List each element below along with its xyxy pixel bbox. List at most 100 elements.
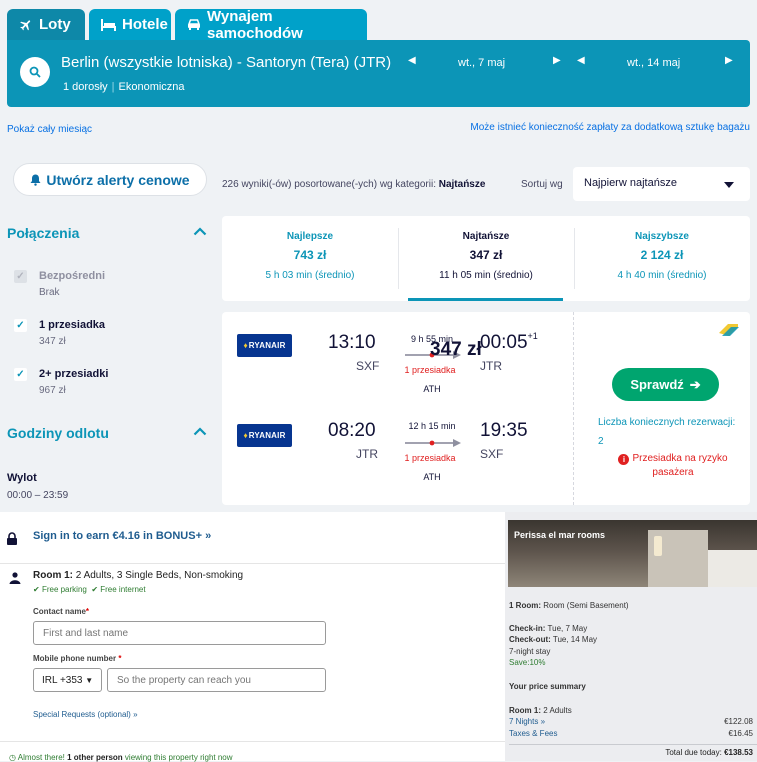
sort-label: Sortuj wg xyxy=(521,179,563,190)
phone-label: Mobile phone number * xyxy=(33,654,121,663)
checkin-line: Check-in: Tue, 7 May xyxy=(509,624,587,633)
leg1-departure-time: 13:10 xyxy=(328,332,376,353)
room-perks: ✔ Free parking ✔ Free internet xyxy=(33,585,146,594)
bonus-sign-in-link[interactable]: Sign in to earn €4.16 in BONUS+ » xyxy=(33,530,211,542)
select-flight-button[interactable]: Sprawdź ➔ xyxy=(612,368,719,401)
hotel-name: Perissa el mar rooms xyxy=(514,530,606,540)
departure-label: Wylot xyxy=(7,472,37,484)
departure-range: 00:00 – 23:59 xyxy=(7,490,69,501)
active-tab-indicator xyxy=(408,298,563,301)
tab-hotels[interactable]: Hotele xyxy=(89,9,171,40)
phone-field[interactable]: So the property can reach you xyxy=(107,668,326,692)
summary-fastest-price: 2 124 zł xyxy=(640,248,684,262)
car-icon xyxy=(187,18,201,31)
taxes-amount: €16.45 xyxy=(728,729,753,738)
leg1-arrival-airport: JTR xyxy=(480,359,502,373)
nights-link[interactable]: 7 Nights » xyxy=(509,717,545,726)
summary-best[interactable]: Najlepsze 743 zł 5 h 03 min (średnio) xyxy=(222,216,398,301)
sort-select[interactable]: Najpierw najtańsze xyxy=(573,167,750,201)
total-due: Total due today: €138.53 xyxy=(665,748,753,757)
nights-amount: €122.08 xyxy=(724,717,753,726)
filter-one-stop-price: 347 zł xyxy=(39,336,66,347)
price-alert-label: Utwórz alerty cenowe xyxy=(46,171,190,188)
price-summary-title-text: Your price summary xyxy=(509,682,586,691)
price-tag-icon xyxy=(718,322,740,338)
self-transfer-warning-text: Przesiadka na ryzyko pasażera xyxy=(632,453,728,478)
room-adults-line: Room 1: 2 Adults xyxy=(509,706,572,715)
ryanair-logo: ♦ RYANAIR xyxy=(237,334,292,357)
room-adults-label: Room 1: xyxy=(509,706,541,715)
bookings-required-text: Liczba koniecznych rezerwacji: 2 xyxy=(598,417,736,447)
checkout-line: Check-out: Tue, 14 May xyxy=(509,635,597,644)
perk-internet: Free internet xyxy=(100,585,146,594)
checkin-value: Tue, 7 May xyxy=(547,624,588,633)
special-requests-text: Special Requests (optional) xyxy=(33,710,131,719)
stay-length: 7-night stay xyxy=(509,647,551,656)
checkin-label: Check-in: xyxy=(509,624,546,633)
country-code-select[interactable]: IRL +353 ▼ xyxy=(33,668,102,692)
contact-name-field[interactable]: First and last name xyxy=(33,621,326,645)
airline-name: RYANAIR xyxy=(248,431,286,440)
taxes-link[interactable]: Taxes & Fees xyxy=(509,729,557,738)
leg1-departure-airport: SXF xyxy=(356,359,380,373)
phone-label-text: Mobile phone number xyxy=(33,654,117,663)
tab-hotels-label: Hotele xyxy=(122,16,168,33)
chevron-down-icon: ▼ xyxy=(85,676,94,685)
booking-summary-panel: Perissa el mar rooms 1 Room: Room (Semi … xyxy=(505,512,757,761)
leg2-departure-time: 08:20 xyxy=(328,420,376,441)
depart-date[interactable]: wt., 7 maj xyxy=(458,54,505,72)
photo-bed xyxy=(708,550,757,587)
checkbox-two-stops[interactable]: ✓ xyxy=(14,368,27,381)
ryanair-logo: ♦ RYANAIR xyxy=(237,424,292,447)
connections-filter-header[interactable]: Połączenia xyxy=(7,225,207,241)
divider xyxy=(0,741,505,742)
bonus-banner: Sign in to earn €4.16 in BONUS+ » xyxy=(0,512,505,562)
product-tabs: Loty Hotele Wynajem samochodów xyxy=(7,8,367,42)
chevron-up-icon xyxy=(193,427,207,436)
hotel-booking-page: Sign in to earn €4.16 in BONUS+ » Room 1… xyxy=(0,512,757,762)
leg2-via: ATH xyxy=(423,472,441,482)
leg2-duration: 12 h 15 min xyxy=(408,421,456,431)
return-next-arrow-icon[interactable]: ▶ xyxy=(725,55,733,66)
total-amount: €138.53 xyxy=(724,748,753,757)
select-flight-label: Sprawdź xyxy=(630,377,684,392)
summary-fastest[interactable]: Najszybsze 2 124 zł 4 h 40 min (średnio) xyxy=(574,216,750,301)
summary-best-duration: 5 h 03 min (średnio) xyxy=(265,270,355,281)
depart-prev-arrow-icon[interactable]: ◀ xyxy=(408,55,416,66)
tab-flights[interactable]: Loty xyxy=(7,9,85,40)
country-code-value: IRL +353 xyxy=(42,675,83,686)
summary-cheapest-duration: 11 h 05 min (średnio) xyxy=(439,270,533,281)
search-icon xyxy=(29,66,41,78)
dropdown-arrow-icon xyxy=(724,182,734,188)
search-bar: Berlin (wszystkie lotniska) - Santoryn (… xyxy=(7,40,750,107)
checkout-label: Check-out: xyxy=(509,635,551,644)
search-button[interactable] xyxy=(20,57,50,87)
show-month-link[interactable]: Pokaż cały miesiąc xyxy=(7,124,92,135)
route-text[interactable]: Berlin (wszystkie lotniska) - Santoryn (… xyxy=(61,54,391,71)
special-requests-link[interactable]: Special Requests (optional) » xyxy=(33,710,138,719)
price-summary-title: Your price summary xyxy=(509,682,586,691)
price-alert-button[interactable]: Utwórz alerty cenowe xyxy=(13,163,207,196)
return-prev-arrow-icon[interactable]: ◀ xyxy=(577,55,585,66)
arrow-right-icon: ➔ xyxy=(689,376,701,392)
tab-car-hire[interactable]: Wynajem samochodów xyxy=(175,8,367,42)
divider xyxy=(509,744,757,745)
flight-search-page: Loty Hotele Wynajem samochodów Berlin (w… xyxy=(0,0,757,512)
room-adults-value: 2 Adults xyxy=(543,706,572,715)
baggage-fee-link[interactable]: Może istnieć konieczność zapłaty za doda… xyxy=(470,122,750,133)
leg2-stops: 1 przesiadka xyxy=(404,453,456,463)
departure-times-title: Godziny odlotu xyxy=(7,425,109,441)
photo-lamp xyxy=(654,536,662,556)
departure-times-header[interactable]: Godziny odlotu xyxy=(7,425,207,441)
checkbox-direct[interactable]: ✓ xyxy=(14,270,27,283)
leg2-departure-airport: JTR xyxy=(356,447,378,461)
summary-cheapest-title: Najtańsze xyxy=(462,231,510,242)
self-transfer-warning[interactable]: i Przesiadka na ryzyko pasażera xyxy=(607,452,739,480)
summary-cheapest[interactable]: Najtańsze 347 zł 11 h 05 min (średnio) xyxy=(398,216,574,301)
passengers-cabin[interactable]: 1 dorosły | Ekonomiczna xyxy=(63,81,185,93)
summary-best-price: 743 zł xyxy=(293,248,327,262)
checkbox-one-stop[interactable]: ✓ xyxy=(14,319,27,332)
chevron-down-icon: » xyxy=(540,717,546,726)
depart-next-arrow-icon[interactable]: ▶ xyxy=(553,55,561,66)
return-date[interactable]: wt., 14 maj xyxy=(627,54,680,72)
